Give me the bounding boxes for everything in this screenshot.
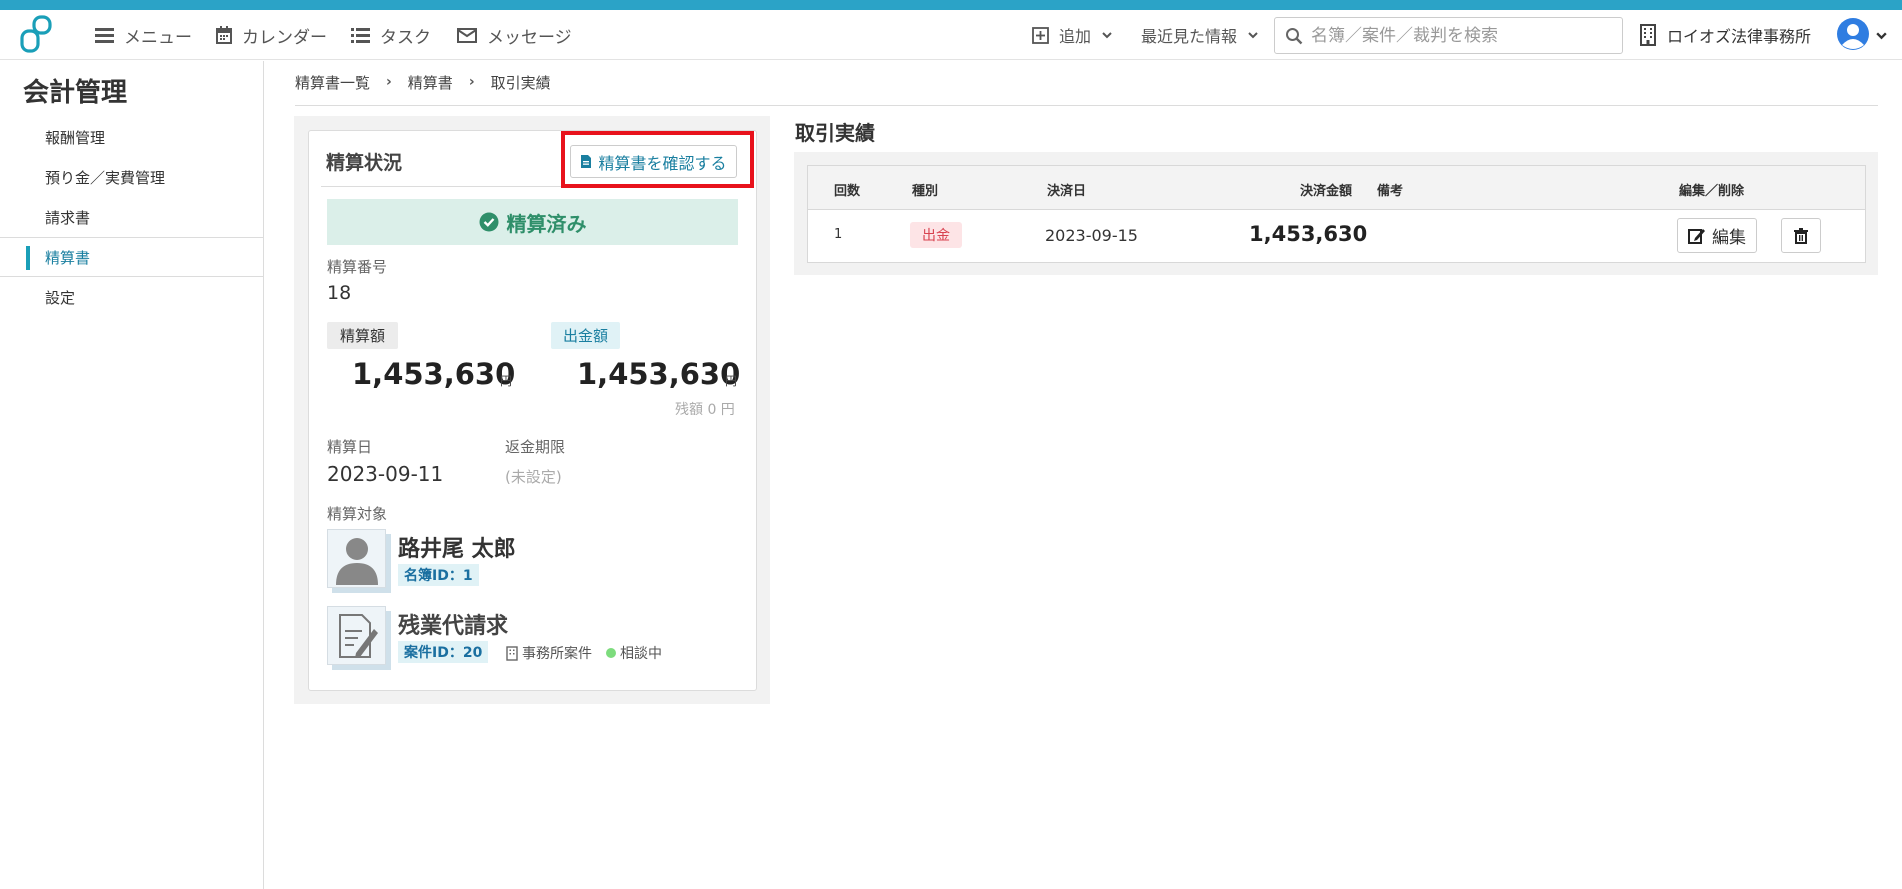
edit-icon — [1688, 229, 1705, 244]
search-input[interactable] — [1311, 25, 1601, 46]
building-icon — [1640, 24, 1656, 46]
payout-amount-label: 出金額 — [551, 322, 621, 349]
breadcrumb-settlement-list[interactable]: 精算書一覧 — [295, 72, 370, 93]
delete-transaction-button[interactable] — [1781, 218, 1821, 253]
calendar-icon — [216, 26, 232, 44]
top-accent-stripe — [0, 0, 1902, 10]
col-amount-header: 決済金額 — [1300, 184, 1353, 199]
document-icon — [581, 155, 592, 168]
settlement-date-value: 2023-09-11 — [327, 462, 444, 486]
col-date-header: 決済日 — [1047, 184, 1087, 199]
list-icon — [351, 28, 370, 43]
settlement-amount-unit: 円 — [500, 374, 513, 388]
breadcrumb-settlement[interactable]: 精算書 — [408, 72, 453, 93]
sidebar-item-settings[interactable]: 設定 — [0, 277, 263, 317]
nav-calendar-label: カレンダー — [242, 27, 327, 48]
nav-task[interactable]: タスク — [351, 22, 431, 48]
add-label: 追加 — [1059, 27, 1092, 46]
status-dot-icon — [606, 648, 616, 658]
row-type-badge: 出金 — [910, 222, 962, 248]
settlement-status-badge: 精算済み — [327, 199, 738, 245]
case-status: 相談中 — [606, 643, 662, 663]
settlement-divider — [321, 186, 744, 187]
hamburger-icon — [95, 28, 114, 43]
sidebar-item-deposit[interactable]: 預り金／実費管理 — [0, 157, 263, 197]
recent-dropdown[interactable]: 最近見た情報 — [1141, 22, 1259, 48]
chevron-right-icon: › — [468, 74, 475, 90]
nav-calendar[interactable]: カレンダー — [216, 22, 327, 48]
case-id-tag: 案件ID：20 — [398, 641, 489, 663]
chevron-right-icon: › — [386, 74, 392, 90]
chevron-down-icon — [1248, 32, 1258, 39]
settlement-status-text: 精算済み — [506, 211, 587, 236]
user-avatar[interactable] — [1836, 17, 1870, 51]
plus-square-icon — [1032, 26, 1049, 44]
chevron-down-icon — [1102, 32, 1112, 39]
col-type-header: 種別 — [912, 184, 939, 199]
check-circle-icon — [479, 212, 498, 232]
refund-deadline-label: 返金期限 — [505, 438, 566, 456]
edit-transaction-button[interactable]: 編集 — [1677, 218, 1757, 253]
case-thumbnail — [327, 606, 386, 665]
confirm-settlement-button[interactable]: 精算書を確認する — [570, 145, 737, 178]
breadcrumb-divider — [295, 105, 1878, 106]
row-amount: 1,453,630 — [1249, 222, 1368, 246]
transactions-title: 取引実績 — [795, 121, 875, 145]
building-icon — [506, 645, 518, 661]
sidebar: 会計管理 報酬管理 預り金／実費管理 請求書 精算書 設定 — [0, 61, 264, 889]
user-circle-icon — [1837, 18, 1869, 50]
col-note-header: 備考 — [1377, 184, 1404, 199]
settlement-number-label: 精算番号 — [327, 258, 388, 276]
settlement-amount-value: 1,453,630 — [352, 357, 516, 391]
user-menu-chevron-icon[interactable] — [1875, 29, 1888, 42]
office-switcher[interactable]: ロイオズ法律事務所 — [1639, 22, 1811, 48]
payout-amount-value: 1,453,630 — [577, 357, 741, 391]
edit-transaction-label: 編集 — [1712, 228, 1746, 248]
nav-menu[interactable]: メニュー — [95, 22, 192, 48]
person-avatar — [327, 529, 386, 588]
case-type-label: 事務所案件 — [522, 646, 592, 662]
office-name: ロイオズ法律事務所 — [1667, 27, 1812, 46]
nav-task-label: タスク — [380, 27, 431, 48]
top-navigation-bar: メニュー カレンダー タスク メッセージ 追加 最近見た情報 名簿／案件／裁判を… — [0, 10, 1902, 60]
sidebar-item-settlement[interactable]: 精算書 — [0, 237, 263, 277]
global-search[interactable] — [1274, 17, 1623, 54]
app-logo-icon[interactable] — [18, 14, 60, 56]
nav-message-label: メッセージ — [487, 27, 572, 48]
nav-menu-label: メニュー — [124, 27, 192, 48]
trash-icon — [1794, 227, 1808, 244]
breadcrumb: 精算書一覧 › 精算書 › 取引実績 — [295, 70, 551, 94]
nav-message[interactable]: メッセージ — [457, 22, 572, 48]
sidebar-item-invoice[interactable]: 請求書 — [0, 197, 263, 237]
envelope-icon — [457, 27, 477, 43]
settlement-number-value: 18 — [327, 282, 352, 304]
case-name[interactable]: 残業代請求 — [398, 608, 508, 640]
confirm-settlement-label: 精算書を確認する — [598, 153, 727, 173]
settlement-amount-label: 精算額 — [327, 322, 399, 349]
person-name[interactable]: 路井尾 太郎 — [398, 531, 516, 563]
row-date: 2023-09-15 — [1045, 226, 1138, 245]
row-count: 1 — [834, 227, 843, 242]
sidebar-title: 会計管理 — [23, 78, 128, 108]
case-status-label: 相談中 — [620, 646, 662, 662]
refund-deadline-value: (未設定) — [505, 468, 562, 486]
settlement-date-label: 精算日 — [327, 438, 373, 456]
add-dropdown[interactable]: 追加 — [1032, 22, 1113, 48]
search-icon — [1286, 27, 1303, 44]
recent-label: 最近見た情報 — [1141, 27, 1238, 46]
col-count-header: 回数 — [834, 184, 861, 199]
col-actions-header: 編集／削除 — [1679, 184, 1745, 199]
payout-amount-unit: 円 — [725, 374, 738, 388]
case-type: 事務所案件 — [506, 643, 592, 663]
person-id-tag: 名簿ID：1 — [398, 564, 479, 586]
settlement-target-label: 精算対象 — [327, 505, 388, 523]
remaining-balance: 残額 0 円 — [675, 402, 735, 418]
settlement-section-title: 精算状況 — [326, 152, 403, 174]
document-edit-icon — [338, 613, 378, 658]
breadcrumb-current: 取引実績 — [490, 73, 551, 92]
person-silhouette-icon — [335, 537, 378, 585]
sidebar-item-fee[interactable]: 報酬管理 — [0, 117, 263, 157]
